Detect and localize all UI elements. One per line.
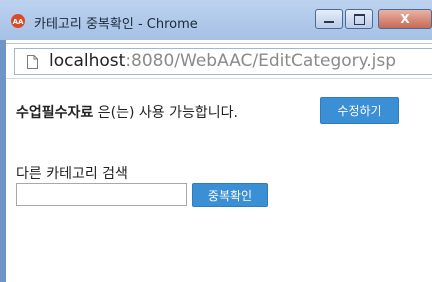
- availability-message: 수업필수자료 은(는) 사용 가능합니다.: [16, 102, 238, 122]
- availability-text: 은(는) 사용 가능합니다.: [93, 105, 238, 121]
- edit-button[interactable]: 수정하기: [320, 97, 399, 124]
- category-name: 수업필수자료: [16, 105, 94, 121]
- title-bar[interactable]: AA 카테고리 중복확인 - Chrome X: [0, 0, 432, 40]
- url-text: localhost:8080/WebAAC/EditCategory.jsp: [49, 51, 396, 71]
- close-icon: X: [400, 12, 410, 26]
- page-icon: [27, 55, 38, 69]
- address-bar: localhost:8080/WebAAC/EditCategory.jsp: [6, 43, 432, 79]
- close-button[interactable]: X: [378, 9, 432, 29]
- url-field[interactable]: localhost:8080/WebAAC/EditCategory.jsp: [14, 48, 432, 75]
- search-label: 다른 카테고리 검색: [16, 166, 128, 182]
- url-host: localhost: [49, 51, 126, 71]
- url-path: :8080/WebAAC/EditCategory.jsp: [125, 51, 397, 71]
- svg-text:AA: AA: [13, 18, 24, 26]
- minimize-icon: [324, 21, 334, 23]
- maximize-icon: [353, 13, 365, 25]
- window-title: 카테고리 중복확인 - Chrome: [34, 17, 198, 32]
- page-content: 수업필수자료 은(는) 사용 가능합니다. 수정하기 다른 카테고리 검색 중복…: [6, 80, 432, 282]
- duplicate-check-button[interactable]: 중복확인: [192, 183, 268, 207]
- maximize-button[interactable]: [345, 9, 373, 29]
- browser-window: AA 카테고리 중복확인 - Chrome X localhost:8080/W…: [0, 0, 432, 282]
- app-icon: AA: [11, 14, 25, 28]
- category-search-input[interactable]: [16, 183, 187, 206]
- minimize-button[interactable]: [315, 9, 343, 29]
